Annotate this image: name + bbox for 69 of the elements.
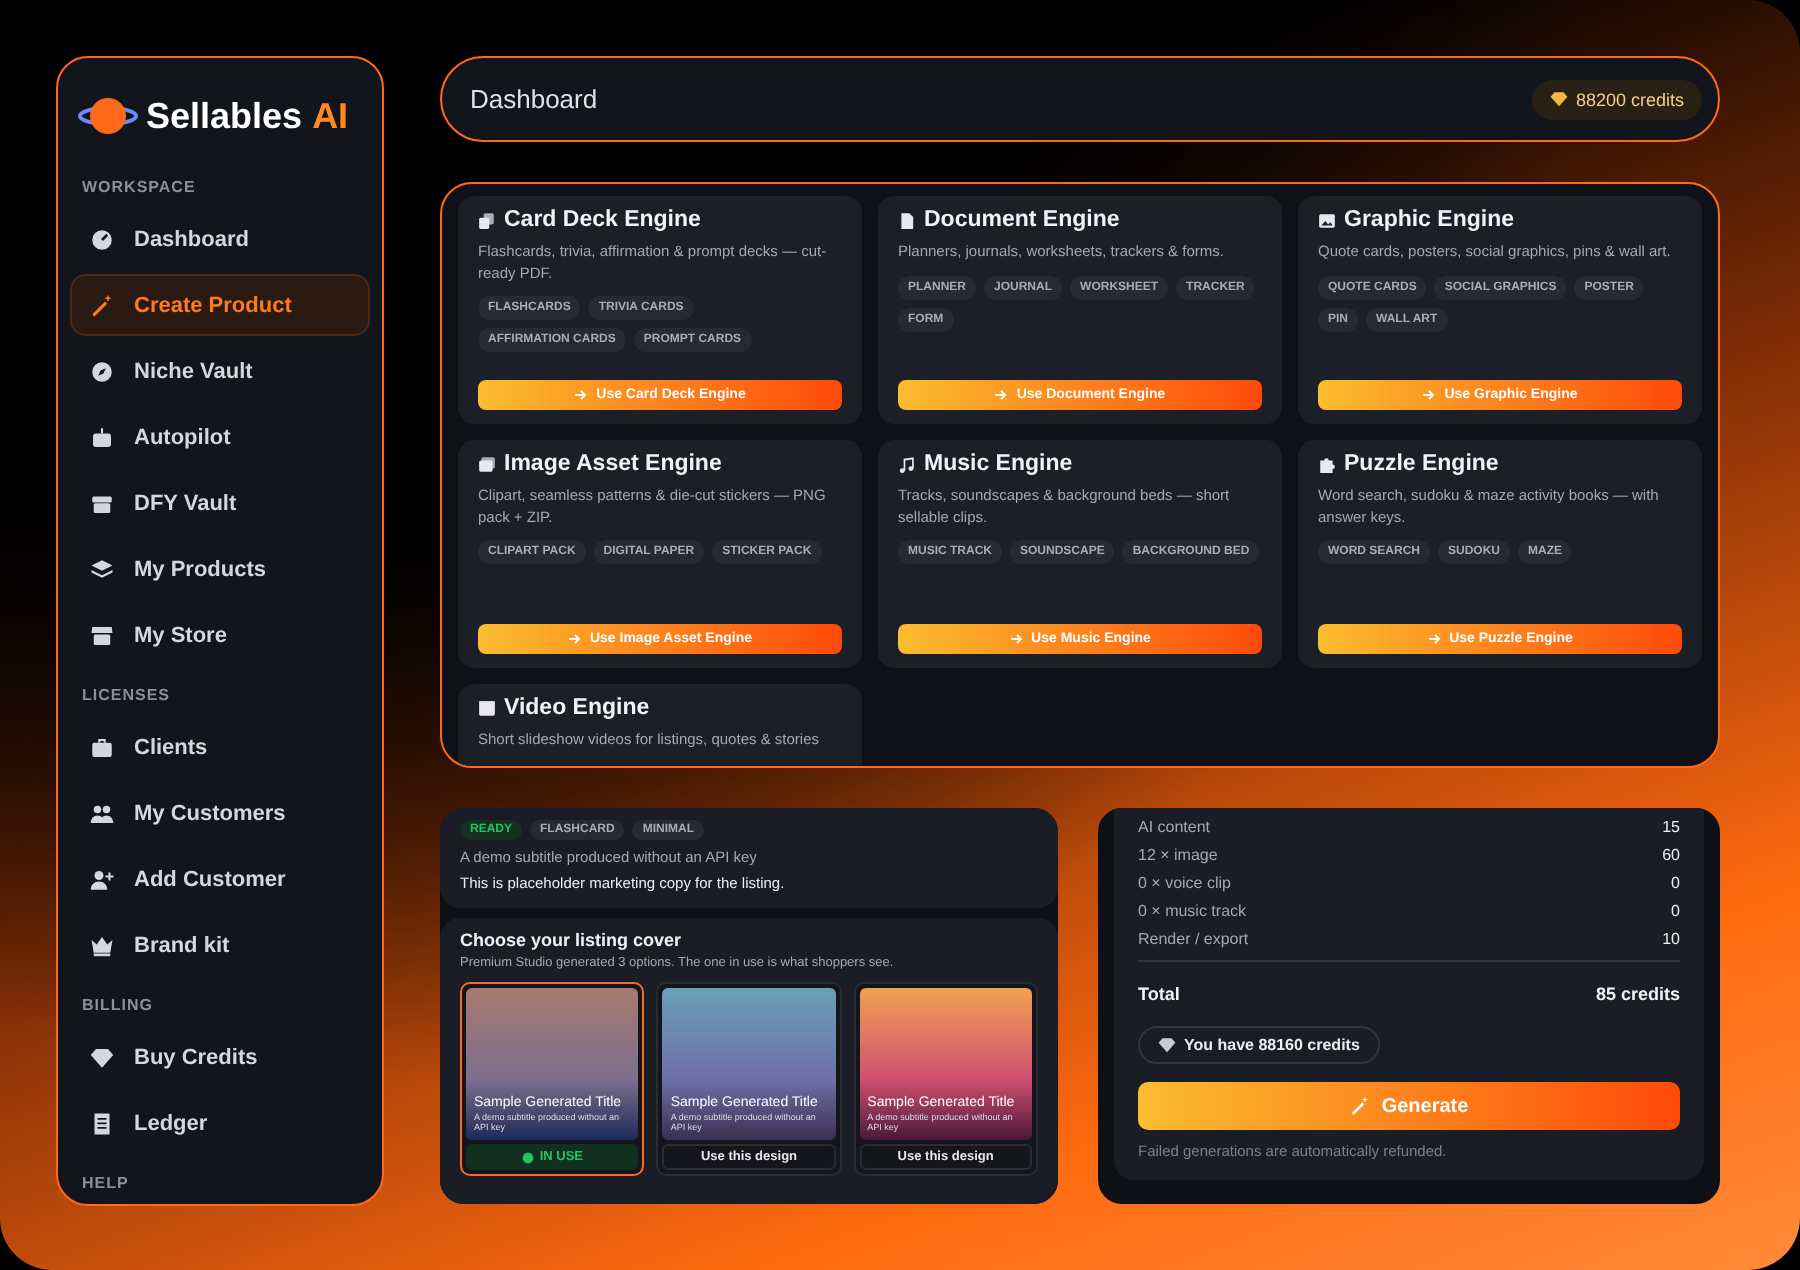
document-icon (90, 1111, 114, 1135)
music-note-icon (898, 455, 916, 473)
engine-title: Puzzle Engine (1344, 452, 1499, 476)
page-title: Dashboard (470, 84, 598, 114)
nav-item[interactable]: Add Customer (70, 848, 370, 910)
nav-item[interactable]: Autopilot (70, 406, 370, 468)
cost-value: 0 (1671, 873, 1680, 891)
nav-item[interactable]: Clients (70, 716, 370, 778)
section-heading: LICENSES (80, 684, 173, 708)
section-heading: WORKSPACE (80, 176, 198, 200)
engine-title: Document Engine (924, 208, 1120, 232)
arrow-icon (1009, 632, 1024, 646)
engine-title: Graphic Engine (1344, 208, 1514, 232)
section-heading: HELP (80, 1172, 131, 1196)
cost-label: 0 × music track (1138, 901, 1247, 919)
nav-item[interactable]: Niche Vault (70, 340, 370, 402)
engine-title: Video Engine (504, 696, 650, 720)
nav-item[interactable]: Ledger (70, 1092, 370, 1154)
user-plus-icon (90, 867, 114, 891)
gauge-icon (90, 227, 114, 251)
wand-icon (1349, 1096, 1370, 1116)
crown-icon (90, 933, 114, 957)
nav-item[interactable]: My Customers (70, 782, 370, 844)
cost-label: 12 × image (1138, 845, 1218, 863)
wand-icon (90, 293, 114, 317)
robot-icon (90, 425, 114, 449)
gem-icon (90, 1045, 114, 1069)
cost-label: AI content (1138, 817, 1211, 835)
cost-value: 10 (1662, 929, 1680, 947)
engine-title: Music Engine (924, 452, 1073, 476)
nav-item[interactable]: Create Product (70, 274, 370, 336)
arrow-icon (1427, 632, 1442, 646)
arrow-icon (567, 632, 582, 646)
cards-icon (478, 211, 496, 229)
cost-value: 0 (1671, 901, 1680, 919)
puzzle-icon (1318, 455, 1336, 473)
section-heading: BILLING (80, 994, 155, 1018)
briefcase-icon (90, 735, 114, 759)
images-icon (478, 455, 496, 473)
cover-heading: Choose your listing cover (460, 930, 684, 950)
compass-icon (90, 359, 114, 383)
balance-text: You have 88160 credits (1184, 1036, 1360, 1054)
cost-value: 60 (1662, 845, 1680, 863)
gem-icon (1549, 90, 1568, 108)
nav-item[interactable]: Buy Credits (70, 1026, 370, 1088)
box-icon (90, 491, 114, 515)
document-icon (898, 211, 916, 229)
engine-title: Card Deck Engine (504, 208, 701, 232)
layers-icon (90, 557, 114, 581)
nav-item[interactable]: Dashboard (70, 208, 370, 270)
credits-text: 88200 credits (1575, 89, 1684, 109)
logo-text: Sellables AI (146, 95, 349, 137)
total-label: Total (1138, 984, 1180, 1004)
engine-title: Image Asset Engine (504, 452, 722, 476)
gem-icon (1158, 1036, 1176, 1054)
cost-label: Render / export (1138, 929, 1249, 947)
arrow-icon (994, 388, 1009, 402)
nav-item[interactable]: My Products (70, 538, 370, 600)
image-icon (1318, 211, 1336, 229)
arrow-icon (1422, 388, 1437, 402)
store-icon (90, 623, 114, 647)
nav-item[interactable]: Brand kit (70, 914, 370, 976)
cost-value: 15 (1662, 817, 1680, 835)
arrow-icon (574, 388, 589, 402)
total-value: 85 credits (1595, 984, 1680, 1004)
users-icon (90, 801, 114, 825)
cost-label: 0 × voice clip (1138, 873, 1231, 891)
nav-item[interactable]: My Store (70, 604, 370, 666)
nav-item[interactable]: DFY Vault (70, 472, 370, 534)
